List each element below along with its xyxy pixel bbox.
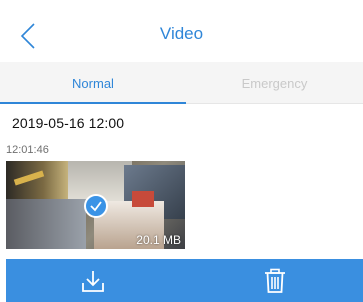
video-thumbnail[interactable]: 20.1 MB: [6, 161, 185, 249]
active-tab-indicator: [0, 102, 186, 104]
recording-date-header: 2019-05-16 12:00: [12, 115, 125, 131]
thumbnail-image-region: [132, 191, 154, 207]
recording-time: 12:01:46: [6, 144, 49, 156]
header: Video: [0, 0, 363, 66]
download-icon: [82, 270, 104, 292]
tab-normal[interactable]: Normal: [0, 62, 186, 104]
tab-emergency[interactable]: Emergency: [186, 62, 363, 104]
file-size: 20.1 MB: [136, 233, 181, 247]
check-icon: [90, 201, 102, 212]
tab-bar: Normal Emergency: [0, 62, 363, 104]
thumbnail-image-region: [6, 199, 86, 249]
page-title: Video: [159, 24, 204, 43]
delete-button[interactable]: [255, 259, 295, 302]
download-button[interactable]: [73, 259, 113, 302]
action-toolbar: [6, 259, 363, 302]
trash-icon: [265, 268, 285, 293]
selected-check-icon[interactable]: [84, 194, 108, 218]
video-screen: Video Normal Emergency 2019-05-16 12:00 …: [0, 0, 363, 302]
